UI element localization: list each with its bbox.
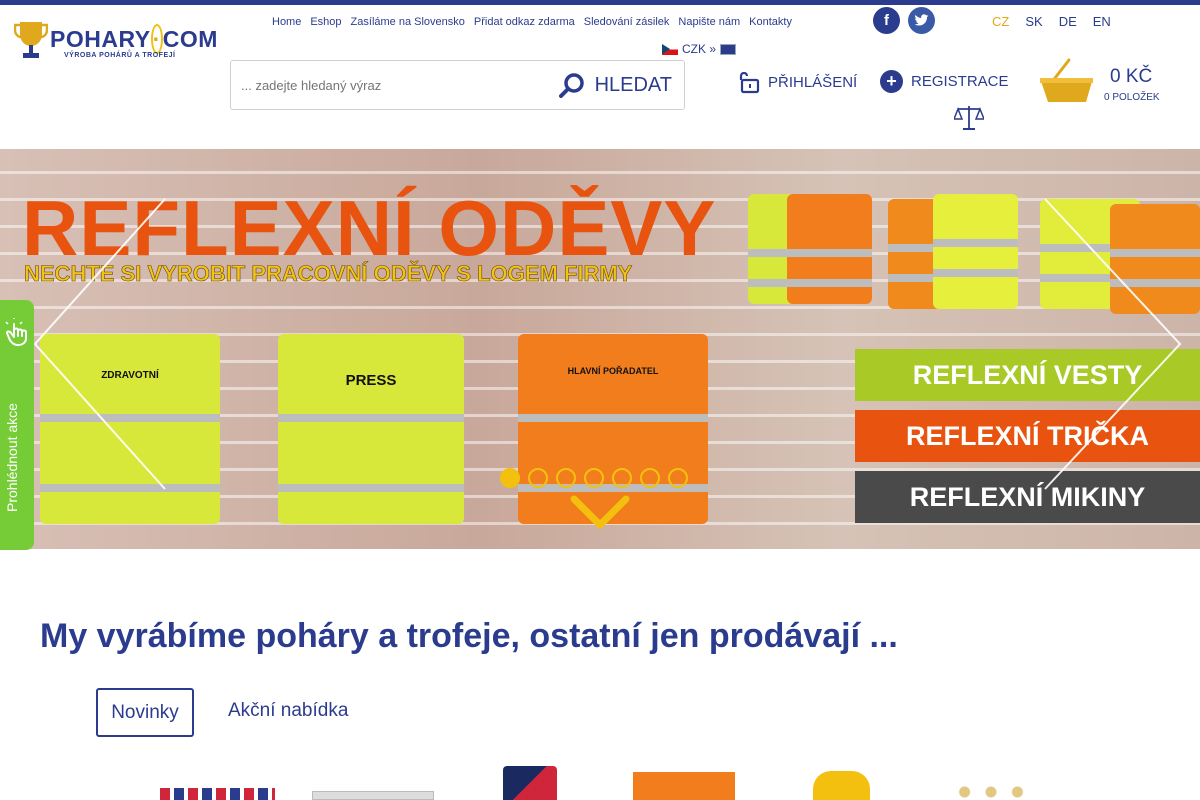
vest-image-press: PRESS bbox=[278, 334, 464, 524]
logo-tagline: VÝROBA POHÁRŮ A TROFEJÍ bbox=[64, 52, 176, 59]
search-input[interactable] bbox=[231, 61, 559, 109]
search-icon bbox=[558, 73, 584, 98]
tab-new-products[interactable]: Novinky bbox=[96, 688, 194, 737]
promotions-side-tab[interactable]: Prohlédnout akce bbox=[0, 300, 34, 550]
language-switcher: CZ SK DE EN bbox=[992, 14, 1127, 29]
slider-dot-1[interactable] bbox=[500, 468, 520, 488]
slider-dot-4[interactable] bbox=[584, 468, 604, 488]
register-link[interactable]: + REGISTRACE bbox=[880, 70, 1009, 93]
twitter-icon[interactable] bbox=[908, 7, 935, 34]
slider-prev-arrow-icon[interactable] bbox=[30, 194, 170, 494]
cart-item-count: 0 POLOŽEK bbox=[1104, 92, 1160, 103]
tshirt-image-yellow bbox=[933, 194, 1018, 309]
product-thumb-1[interactable] bbox=[160, 788, 275, 800]
lang-cz[interactable]: CZ bbox=[992, 14, 1009, 29]
lang-en[interactable]: EN bbox=[1093, 14, 1111, 29]
pointer-hand-icon bbox=[5, 318, 27, 346]
nav-home[interactable]: Home bbox=[272, 16, 301, 28]
slider-dots bbox=[500, 468, 688, 488]
slider-dot-2[interactable] bbox=[528, 468, 548, 488]
slider-dot-5[interactable] bbox=[612, 468, 632, 488]
product-thumb-2[interactable] bbox=[312, 791, 434, 800]
nav-add-link[interactable]: Přidat odkaz zdarma bbox=[474, 16, 575, 28]
currency-switcher[interactable]: CZK » bbox=[662, 42, 737, 56]
nav-eshop[interactable]: Eshop bbox=[310, 16, 341, 28]
side-tab-label: Prohlédnout akce bbox=[4, 403, 20, 512]
nav-contacts[interactable]: Kontakty bbox=[749, 16, 792, 28]
top-navigation: Home Eshop Zasíláme na Slovensko Přidat … bbox=[272, 16, 801, 28]
chevron-down-icon[interactable] bbox=[570, 495, 630, 531]
lang-de[interactable]: DE bbox=[1059, 14, 1077, 29]
scales-compare-icon[interactable] bbox=[954, 104, 984, 132]
nav-write-us[interactable]: Napište nám bbox=[678, 16, 740, 28]
slider-dot-7[interactable] bbox=[668, 468, 688, 488]
nav-slovakia[interactable]: Zasíláme na Slovensko bbox=[351, 16, 465, 28]
eu-flag-icon[interactable] bbox=[720, 43, 737, 55]
cart-total[interactable]: 0 KČ bbox=[1110, 66, 1152, 88]
page-headline: My vyrábíme poháry a trofeje, ostatní je… bbox=[40, 617, 898, 655]
search-button-label: HLEDAT bbox=[594, 73, 672, 96]
product-thumb-4[interactable] bbox=[633, 772, 735, 800]
vest-image-orange-top bbox=[787, 194, 872, 304]
slider-next-arrow-icon[interactable] bbox=[1040, 194, 1185, 494]
vest-label-organizer: HLAVNÍ POŘADATEL bbox=[567, 366, 659, 376]
login-label: PŘIHLÁŠENÍ bbox=[768, 73, 858, 91]
top-accent-bar bbox=[0, 0, 1200, 5]
login-link[interactable]: PŘIHLÁŠENÍ bbox=[736, 70, 857, 94]
slider-dot-3[interactable] bbox=[556, 468, 576, 488]
logo-wordmark: POHARY·COM bbox=[50, 24, 218, 54]
slider-dot-6[interactable] bbox=[640, 468, 660, 488]
facebook-icon[interactable]: f bbox=[873, 7, 900, 34]
social-links: f bbox=[873, 7, 935, 34]
vest-label-press: PRESS bbox=[345, 372, 397, 389]
nav-tracking[interactable]: Sledování zásilek bbox=[584, 16, 670, 28]
product-thumb-3[interactable] bbox=[503, 766, 557, 800]
hero-slider[interactable]: REFLEXNÍ ODĚVY NECHTE SI VYROBIT PRACOVN… bbox=[0, 149, 1200, 549]
tab-special-offers[interactable]: Akční nabídka bbox=[228, 700, 348, 722]
logo[interactable]: POHARY·COM VÝROBA POHÁRŮ A TROFEJÍ bbox=[14, 18, 217, 64]
product-thumb-5[interactable] bbox=[813, 771, 870, 800]
basket-icon[interactable] bbox=[1039, 58, 1094, 106]
lang-sk[interactable]: SK bbox=[1025, 14, 1042, 29]
plus-circle-icon: + bbox=[880, 70, 903, 93]
product-thumb-6[interactable] bbox=[947, 780, 1035, 800]
trophy-icon bbox=[14, 22, 48, 58]
padlock-icon bbox=[739, 71, 760, 94]
currency-label: CZK » bbox=[682, 42, 717, 56]
search-button[interactable]: HLEDAT bbox=[558, 61, 684, 109]
register-label: REGISTRACE bbox=[911, 73, 1009, 90]
search-box: HLEDAT bbox=[230, 60, 685, 110]
czech-flag-icon bbox=[662, 43, 678, 55]
